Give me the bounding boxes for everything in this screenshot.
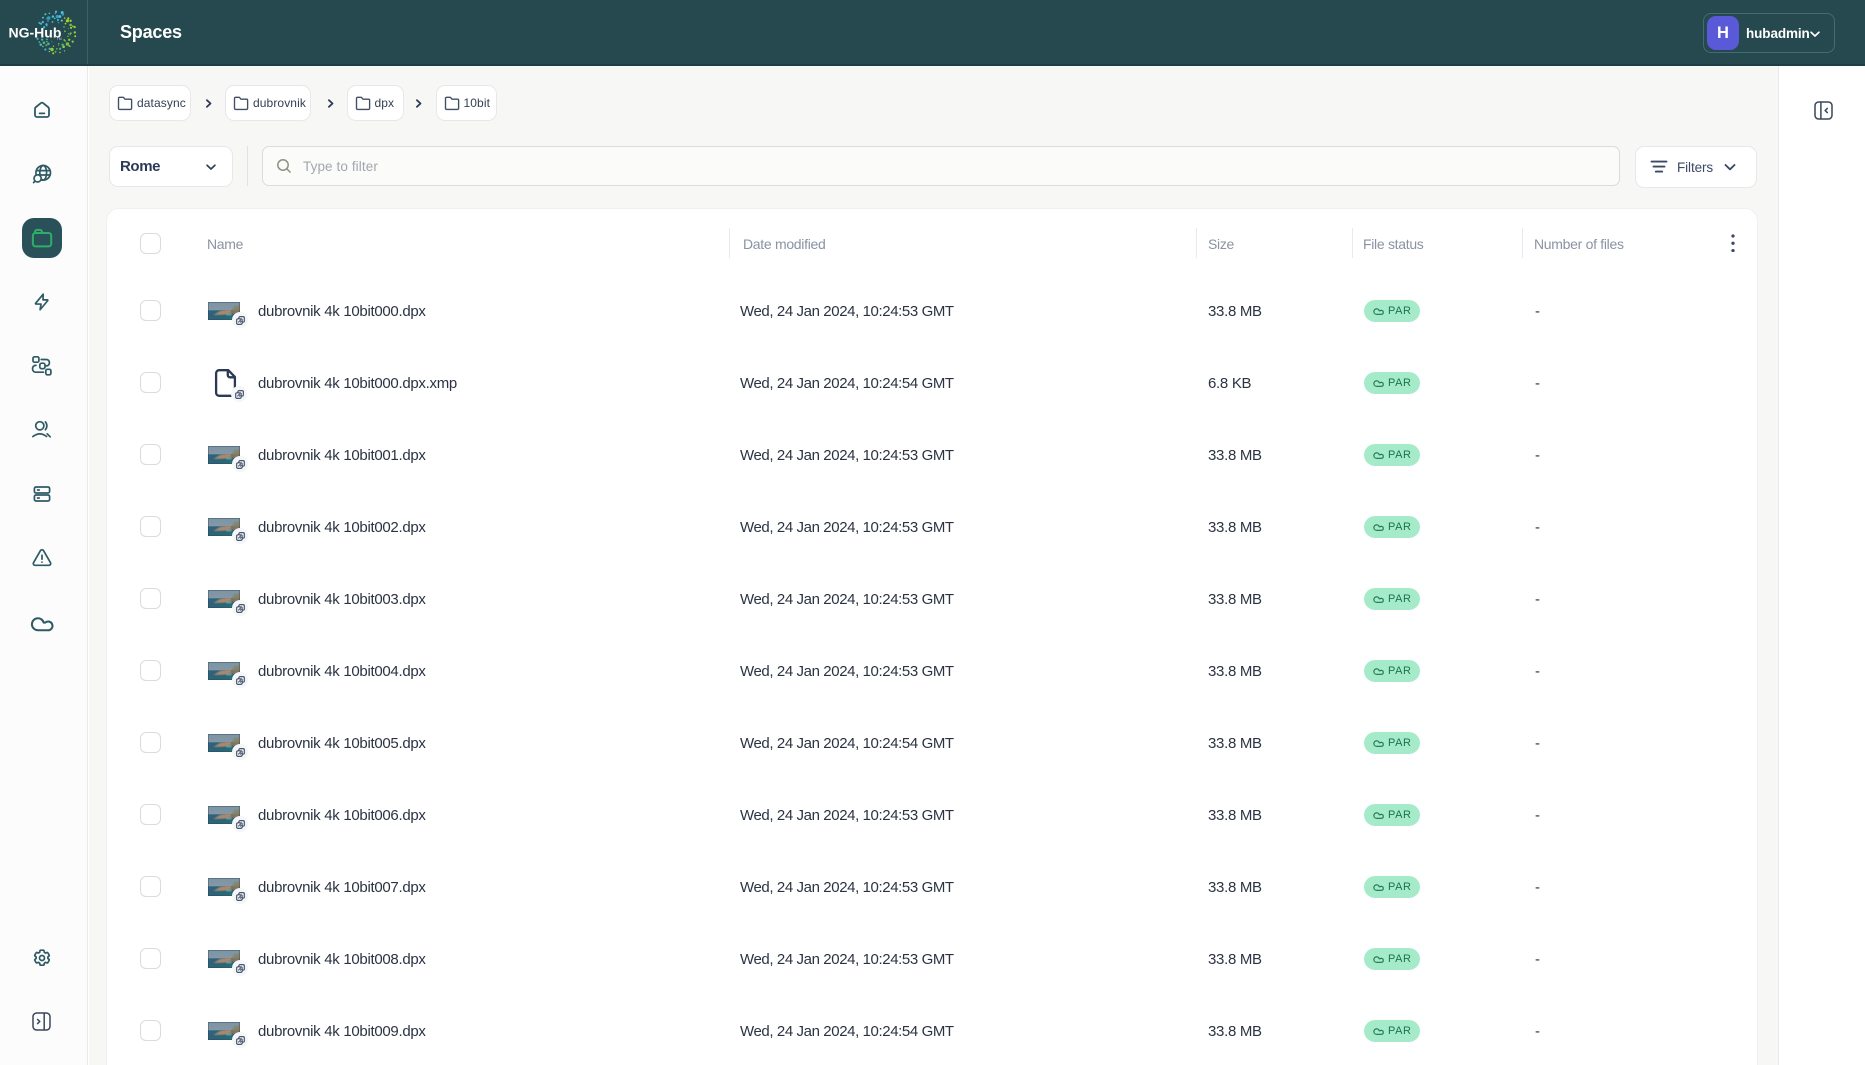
svg-text:TM: TM bbox=[57, 37, 62, 41]
svg-text:NG-Hub: NG-Hub bbox=[9, 25, 62, 41]
